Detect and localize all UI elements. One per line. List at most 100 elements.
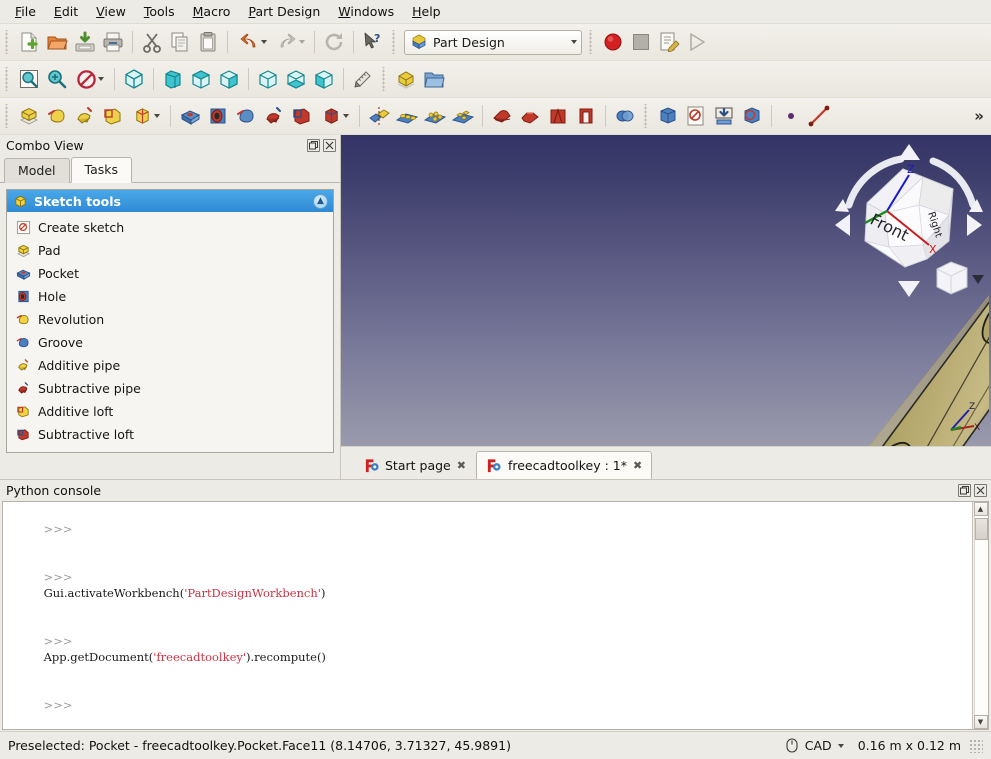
groove-button[interactable] bbox=[232, 102, 260, 130]
chevron-down-icon[interactable] bbox=[571, 40, 577, 44]
scroll-up-arrow-icon[interactable]: ▲ bbox=[973, 502, 988, 516]
create-body-button[interactable] bbox=[392, 65, 420, 93]
task-item-hole[interactable]: Hole bbox=[7, 285, 333, 308]
line-button[interactable] bbox=[805, 102, 833, 130]
linear-pattern-button[interactable] bbox=[393, 102, 421, 130]
workbench-selector[interactable]: Part Design bbox=[404, 29, 582, 55]
print-button[interactable] bbox=[99, 28, 127, 56]
task-item-create-sketch[interactable]: Create sketch bbox=[7, 216, 333, 239]
macro-execute-button[interactable] bbox=[683, 28, 711, 56]
subtractive-primitive-dropdown-caret[interactable] bbox=[343, 114, 349, 118]
navigation-style-selector[interactable]: CAD bbox=[784, 738, 844, 754]
new-document-button[interactable] bbox=[15, 28, 43, 56]
revolution-button[interactable] bbox=[43, 102, 71, 130]
whats-this-button[interactable]: ? bbox=[359, 28, 387, 56]
paste-button[interactable] bbox=[194, 28, 222, 56]
bottom-view-button[interactable] bbox=[282, 65, 310, 93]
task-item-pocket[interactable]: Pocket bbox=[7, 262, 333, 285]
left-view-button[interactable] bbox=[310, 65, 338, 93]
task-item-subtractive-pipe[interactable]: Subtractive pipe bbox=[7, 377, 333, 400]
task-item-pad[interactable]: Pad bbox=[7, 239, 333, 262]
additive-primitive-dropdown-caret[interactable] bbox=[154, 114, 160, 118]
menu-file[interactable]: File bbox=[6, 1, 45, 22]
additive-loft-button[interactable] bbox=[99, 102, 127, 130]
pad-button[interactable] bbox=[15, 102, 43, 130]
refresh-button[interactable] bbox=[320, 28, 348, 56]
close-icon[interactable]: ✖ bbox=[633, 459, 642, 472]
point-button[interactable] bbox=[777, 102, 805, 130]
hole-button[interactable] bbox=[204, 102, 232, 130]
task-item-additive-loft[interactable]: Additive loft bbox=[7, 400, 333, 423]
redo-button[interactable] bbox=[271, 28, 309, 56]
toolbar-handle[interactable] bbox=[380, 67, 389, 91]
save-document-button[interactable] bbox=[71, 28, 99, 56]
macro-record-button[interactable] bbox=[599, 28, 627, 56]
subtractive-primitive-button[interactable] bbox=[316, 102, 354, 130]
float-icon[interactable] bbox=[307, 139, 320, 152]
open-document-button[interactable] bbox=[43, 28, 71, 56]
view-section-button[interactable] bbox=[738, 102, 766, 130]
task-item-revolution[interactable]: Revolution bbox=[7, 308, 333, 331]
toolbar-handle[interactable] bbox=[587, 30, 596, 54]
task-item-subtractive-loft[interactable]: Subtractive loft bbox=[7, 423, 333, 446]
close-icon[interactable] bbox=[974, 484, 987, 497]
scroll-down-arrow-icon[interactable]: ▼ bbox=[973, 715, 988, 729]
macro-edit-button[interactable] bbox=[655, 28, 683, 56]
document-tab-freecadtoolkey[interactable]: freecadtoolkey : 1* ✖ bbox=[475, 451, 653, 479]
chamfer-button[interactable] bbox=[516, 102, 544, 130]
sketch-tools-header[interactable]: Sketch tools ▲ bbox=[7, 190, 333, 212]
undo-button[interactable] bbox=[233, 28, 271, 56]
fit-all-button[interactable] bbox=[15, 65, 43, 93]
multitransform-button[interactable] bbox=[449, 102, 477, 130]
additive-pipe-button[interactable] bbox=[71, 102, 99, 130]
close-icon[interactable]: ✖ bbox=[457, 459, 466, 472]
pocket-button[interactable] bbox=[176, 102, 204, 130]
menu-windows[interactable]: Windows bbox=[329, 1, 403, 22]
chevron-down-icon[interactable] bbox=[837, 743, 844, 748]
toolbar-handle[interactable] bbox=[3, 67, 12, 91]
copy-button[interactable] bbox=[166, 28, 194, 56]
tab-tasks[interactable]: Tasks bbox=[70, 157, 133, 183]
python-console-body[interactable]: >>> >>> Gui.activateWorkbench('PartDesig… bbox=[2, 501, 989, 730]
edit-sketch-button[interactable] bbox=[682, 102, 710, 130]
subtractive-pipe-button[interactable] bbox=[260, 102, 288, 130]
right-view-button[interactable] bbox=[215, 65, 243, 93]
draft-button[interactable] bbox=[544, 102, 572, 130]
polar-pattern-button[interactable] bbox=[421, 102, 449, 130]
menu-view[interactable]: View bbox=[87, 1, 135, 22]
additive-primitive-button[interactable] bbox=[127, 102, 165, 130]
cut-button[interactable] bbox=[138, 28, 166, 56]
scroll-thumb[interactable] bbox=[974, 518, 988, 540]
resize-grip[interactable] bbox=[969, 738, 983, 753]
3d-viewport[interactable]: Z X Front Right Z X bbox=[341, 135, 991, 446]
create-group-button[interactable] bbox=[420, 65, 448, 93]
sketch-button[interactable] bbox=[654, 102, 682, 130]
chevron-up-icon[interactable]: ▲ bbox=[313, 193, 328, 209]
close-icon[interactable] bbox=[323, 139, 336, 152]
float-icon[interactable] bbox=[958, 484, 971, 497]
top-view-button[interactable] bbox=[187, 65, 215, 93]
thickness-button[interactable] bbox=[572, 102, 600, 130]
front-view-button[interactable] bbox=[159, 65, 187, 93]
draw-style-button[interactable] bbox=[71, 65, 109, 93]
boolean-button[interactable] bbox=[611, 102, 639, 130]
menu-part-design[interactable]: Part Design bbox=[239, 1, 329, 22]
tab-model[interactable]: Model bbox=[4, 158, 70, 183]
menu-tools[interactable]: Tools bbox=[135, 1, 184, 22]
redo-dropdown-caret[interactable] bbox=[298, 40, 305, 44]
undo-dropdown-caret[interactable] bbox=[260, 40, 267, 44]
macro-stop-button[interactable] bbox=[627, 28, 655, 56]
subtractive-loft-button[interactable] bbox=[288, 102, 316, 130]
toolbar-handle[interactable] bbox=[642, 104, 651, 128]
mirrored-button[interactable] bbox=[365, 102, 393, 130]
menu-help[interactable]: Help bbox=[403, 1, 450, 22]
task-item-groove[interactable]: Groove bbox=[7, 331, 333, 354]
fit-selection-button[interactable] bbox=[43, 65, 71, 93]
measure-button[interactable] bbox=[349, 65, 377, 93]
toolbar-handle[interactable] bbox=[390, 30, 399, 54]
console-scrollbar[interactable]: ▲ ▼ bbox=[972, 502, 988, 729]
axonometric-view-button[interactable] bbox=[120, 65, 148, 93]
draw-style-dropdown-caret[interactable] bbox=[98, 77, 104, 81]
toolbar-handle[interactable] bbox=[3, 30, 12, 54]
attach-sketch-button[interactable] bbox=[710, 102, 738, 130]
